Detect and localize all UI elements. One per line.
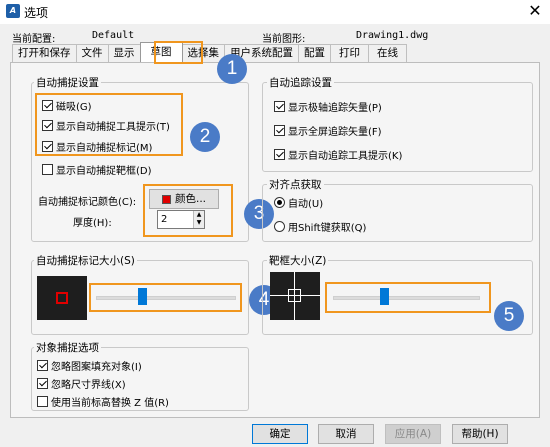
callout-badge-2: 2: [190, 122, 220, 152]
checkbox-box: [37, 360, 48, 371]
alignment-shift-label: 用Shift键获取(Q): [288, 223, 367, 234]
marker-preview: [37, 276, 87, 320]
ok-button[interactable]: 确定: [252, 424, 308, 444]
checkbox-box: [274, 149, 285, 160]
checkbox-box: [274, 125, 285, 136]
fullscreen-vector-label: 显示全屏追踪矢量(F): [288, 127, 382, 138]
marker-square-icon: [56, 292, 68, 304]
callout-badge-1: 1: [217, 54, 247, 84]
marker-slider-highlight: [89, 283, 242, 312]
thickness-label: 厚度(H):: [73, 218, 112, 229]
radio-dot: [274, 197, 285, 208]
current-config-label: 当前配置:: [12, 34, 56, 45]
alignment-shift-radio[interactable]: 用Shift键获取(Q): [274, 219, 366, 234]
marker-size-title: 自动捕捉标记大小(S): [34, 253, 137, 268]
tab-bar: 打开和保存 文件 显示 草图 选择集 用户系统配置 配置 打印 在线: [12, 42, 407, 62]
checkbox-box: [42, 164, 53, 175]
aperture-slider-highlight: [325, 282, 491, 313]
ignore-hatch-checkbox[interactable]: 忽略图案填充对象(I): [37, 358, 142, 373]
tab-profiles[interactable]: 配置: [298, 44, 331, 62]
app-icon: A: [6, 4, 20, 18]
replace-z-checkbox[interactable]: 使用当前标高替换 Z 值(R): [37, 394, 169, 409]
replace-z-label: 使用当前标高替换 Z 值(R): [51, 398, 169, 409]
autosnap-aperture-checkbox[interactable]: 显示自动捕捉靶框(D): [42, 162, 152, 177]
fullscreen-vector-checkbox[interactable]: 显示全屏追踪矢量(F): [274, 123, 382, 138]
tab-online[interactable]: 在线: [368, 44, 407, 62]
checkbox-box: [274, 101, 285, 112]
alignment-title: 对齐点获取: [267, 177, 324, 192]
alignment-auto-label: 自动(U): [288, 199, 324, 210]
autosnap-highlight: [35, 93, 183, 156]
autotrack-title: 自动追踪设置: [267, 75, 334, 90]
autosnap-aperture-label: 显示自动捕捉靶框(D): [56, 166, 152, 177]
ignore-dimension-checkbox[interactable]: 忽略尺寸界线(X): [37, 376, 126, 391]
polar-vector-checkbox[interactable]: 显示极轴追踪矢量(P): [274, 99, 382, 114]
ignore-hatch-label: 忽略图案填充对象(I): [51, 362, 142, 373]
alignment-auto-radio[interactable]: 自动(U): [274, 195, 323, 210]
autotrack-tooltip-checkbox[interactable]: 显示自动追踪工具提示(K): [274, 147, 402, 162]
checkbox-box: [37, 378, 48, 389]
polar-vector-label: 显示极轴追踪矢量(P): [288, 103, 382, 114]
checkbox-box: [37, 396, 48, 407]
cancel-button[interactable]: 取消: [318, 424, 374, 444]
tab-plot[interactable]: 打印: [330, 44, 369, 62]
title-bar: [0, 0, 550, 24]
aperture-preview: [270, 272, 320, 320]
marker-color-label: 自动捕捉标记颜色(C):: [38, 197, 137, 208]
tab-display[interactable]: 显示: [107, 44, 141, 62]
color-thickness-highlight: [143, 184, 233, 237]
current-config-value: Default: [92, 30, 135, 41]
tab-open-save[interactable]: 打开和保存: [12, 44, 77, 62]
current-drawing-value: Drawing1.dwg: [356, 30, 429, 41]
apply-button[interactable]: 应用(A): [385, 424, 441, 444]
ignore-dimension-label: 忽略尺寸界线(X): [51, 380, 126, 391]
tab-highlight: [154, 41, 203, 64]
autosnap-title: 自动捕捉设置: [34, 75, 101, 90]
callout-badge-5: 5: [494, 301, 524, 331]
current-drawing-label: 当前图形:: [262, 34, 306, 45]
close-icon[interactable]: ✕: [524, 1, 546, 21]
object-snap-title: 对象捕捉选项: [34, 340, 101, 355]
autotrack-tooltip-label: 显示自动追踪工具提示(K): [288, 151, 403, 162]
help-button[interactable]: 帮助(H): [452, 424, 508, 444]
tab-files[interactable]: 文件: [75, 44, 109, 62]
aperture-size-title: 靶框大小(Z): [267, 253, 329, 268]
aperture-box-icon: [288, 289, 301, 302]
window-title: 选项: [24, 6, 49, 20]
radio-dot: [274, 221, 285, 232]
